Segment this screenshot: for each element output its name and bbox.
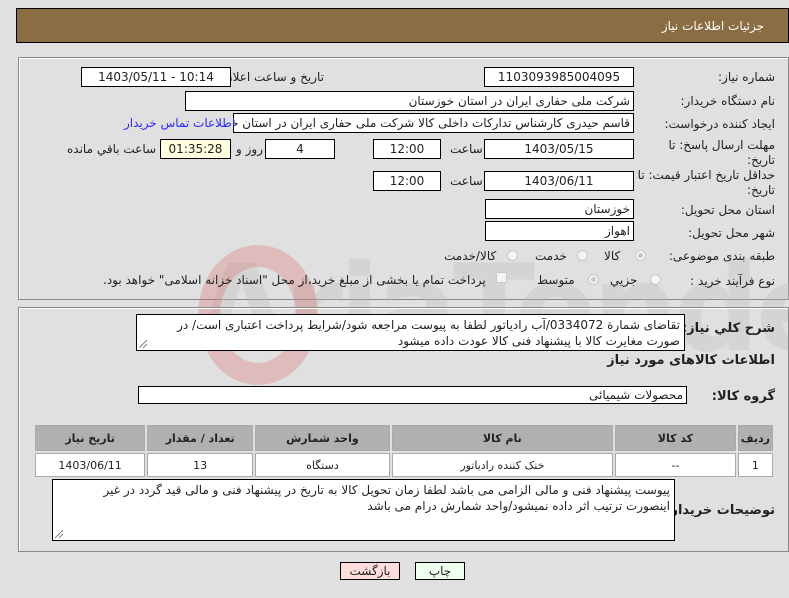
process-radio-minor[interactable] [650, 274, 661, 285]
process-option-medium: متوسط [537, 273, 575, 287]
description-text: تقاضای شمارة 0334072/آب رادیاتور لطفا به… [177, 318, 680, 348]
category-option-goods-service: کالا/خدمت [444, 249, 497, 263]
resize-grip-icon[interactable] [55, 530, 63, 538]
goods-group-field: محصولات شیمیائی [138, 386, 687, 404]
days-label: روز و [236, 142, 263, 156]
page-header: جزئیات اطلاعات نیاز [16, 8, 789, 43]
cell-code: -- [615, 453, 736, 477]
days-remaining-field: 4 [265, 139, 335, 159]
process-radio-medium[interactable] [588, 274, 599, 285]
cell-quantity: 13 [147, 453, 254, 477]
column-header-quantity: تعداد / مقدار [147, 425, 254, 451]
buyer-contact-link[interactable]: اطلاعات تماس خریدار [124, 116, 235, 130]
column-header-name: نام کالا [391, 425, 614, 451]
resize-grip-icon[interactable] [139, 340, 147, 348]
city-label: شهر محل تحویل: [688, 226, 775, 240]
buyer-notes-label: توضیحات خریدار: [665, 503, 775, 518]
process-label: نوع فرآیند خرید : [690, 274, 775, 288]
cell-need-date: 1403/06/11 [35, 453, 146, 477]
table-row: 1 -- خنک کننده رادیاتور دستگاه 13 1403/0… [35, 453, 773, 477]
price-validity-time-field: 12:00 [373, 171, 441, 191]
treasury-payment-label: پرداخت تمام یا بخشی از مبلغ خرید،از محل … [103, 273, 486, 287]
price-validity-date-field: 1403/06/11 [484, 171, 634, 191]
category-radio-goods-service[interactable] [507, 250, 518, 261]
category-option-goods: کالا [604, 249, 621, 263]
province-field: خوزستان [485, 199, 634, 219]
remaining-time-label: ساعت باقي مانده [67, 142, 157, 156]
column-header-unit: واحد شمارش [255, 425, 390, 451]
back-button[interactable]: بازگشت [340, 562, 400, 580]
creator-field: قاسم حیدری کارشناس تدارکات داخلی کالا شر… [233, 113, 634, 133]
buyer-notes-text: پیوست پیشنهاد فنی و مالی الزامی می باشد … [103, 483, 670, 513]
goods-group-label: گروه کالا: [711, 389, 775, 404]
goods-section-title: اطلاعات کالاهای مورد نیاز [607, 353, 775, 368]
province-label: استان محل تحویل: [680, 203, 775, 217]
page-title: جزئیات اطلاعات نیاز [661, 19, 764, 33]
need-number-label: شماره نیاز: [718, 70, 775, 84]
need-number-field: 1103093985004095 [484, 67, 634, 87]
description-textarea[interactable]: تقاضای شمارة 0334072/آب رادیاتور لطفا به… [136, 314, 685, 351]
announce-datetime-field: 1403/05/11 - 10:14 [81, 67, 231, 87]
buyer-org-label: نام دستگاه خریدار: [680, 94, 776, 108]
column-header-code: کد کالا [615, 425, 736, 451]
column-header-need-date: تاریخ نیاز [35, 425, 146, 451]
print-button[interactable]: چاپ [415, 562, 465, 580]
cell-name: خنک کننده رادیاتور [391, 453, 614, 477]
category-radio-goods[interactable] [635, 250, 646, 261]
remaining-time-field: 01:35:28 [160, 139, 231, 159]
category-option-service: خدمت [535, 249, 567, 263]
price-validity-label: حداقل تاریخ اعتبار قیمت: تا تاریخ: [637, 168, 775, 197]
description-label: شرح کلي نیاز: [681, 321, 775, 336]
creator-label: ایجاد کننده درخواست: [664, 117, 775, 131]
price-validity-time-label: ساعت [450, 174, 483, 188]
deadline-time-label: ساعت [450, 142, 483, 156]
city-field: اهواز [485, 221, 634, 241]
treasury-payment-checkbox[interactable] [496, 272, 507, 283]
goods-table-header: ردیف کد کالا نام کالا واحد شمارش تعداد /… [35, 425, 773, 451]
goods-table: ردیف کد کالا نام کالا واحد شمارش تعداد /… [33, 423, 775, 479]
deadline-date-field: 1403/05/15 [484, 139, 634, 159]
cell-unit: دستگاه [255, 453, 390, 477]
buyer-notes-textarea[interactable]: پیوست پیشنهاد فنی و مالی الزامی می باشد … [52, 479, 675, 541]
category-radio-service[interactable] [577, 250, 588, 261]
deadline-label: مهلت ارسال پاسخ: تا تاریخ: [668, 138, 775, 167]
deadline-time-field: 12:00 [373, 139, 441, 159]
column-header-row: ردیف [737, 425, 773, 451]
cell-row-number: 1 [737, 453, 773, 477]
buyer-org-field: شرکت ملی حفاری ایران در استان خوزستان [185, 91, 634, 111]
category-label: طبقه بندی موضوعی: [668, 249, 775, 263]
process-option-minor: جزیي [610, 273, 638, 287]
